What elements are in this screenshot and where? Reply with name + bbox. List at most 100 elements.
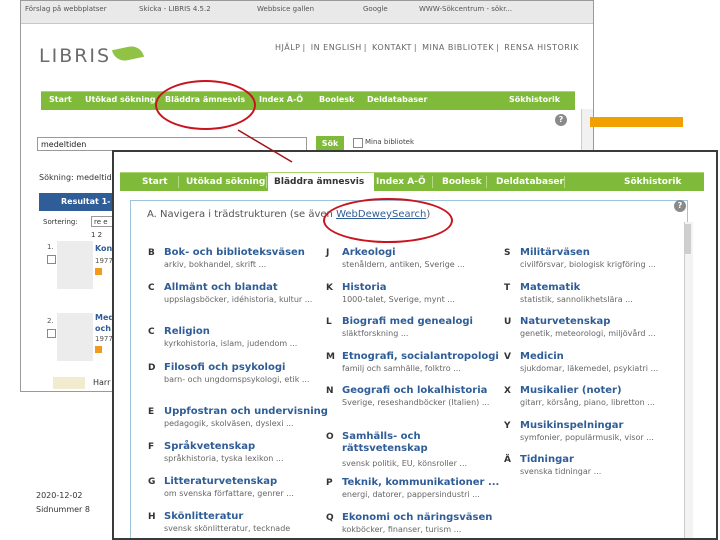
category-title[interactable]: Etnografi, socialantropologi: [342, 351, 499, 362]
browser-tab[interactable]: Webbsice gallen: [257, 5, 357, 19]
nav-separator: [486, 176, 487, 188]
record-title[interactable]: Kon: [95, 244, 112, 253]
category-letter: L: [326, 317, 332, 327]
category-letter: Y: [504, 421, 511, 431]
category-examples: språkhistoria, tyska lexikon ...: [164, 454, 284, 463]
category-title[interactable]: Religion: [164, 326, 210, 337]
category-examples: gitarr, körsång, piano, libretton ...: [520, 398, 655, 407]
browser-tab[interactable]: Google: [363, 5, 413, 19]
nav-databases[interactable]: Deldatabaser: [367, 95, 427, 104]
nav-boolean[interactable]: Boolesk: [436, 173, 488, 191]
category-letter: V: [504, 352, 511, 362]
category-title[interactable]: Arkeologi: [342, 247, 396, 258]
category-title[interactable]: Språkvetenskap: [164, 441, 255, 452]
category-title[interactable]: Musikinspelningar: [520, 420, 623, 431]
nav-browse-subjects[interactable]: Bläddra ämnesvis: [268, 173, 374, 191]
browser-tab[interactable]: Förslag på webbplatser: [25, 5, 133, 19]
category-title[interactable]: Samhälls- och rättsvetenskap: [342, 431, 442, 455]
category-examples: uppslagsböcker, idéhistoria, kultur ...: [164, 295, 313, 304]
category-title[interactable]: Militärväsen: [520, 247, 590, 258]
nav-separator: [432, 176, 433, 188]
category-letter: H: [148, 512, 156, 522]
record-title[interactable]: Harr: [93, 378, 110, 387]
highlight-oval-webdewey: [323, 198, 453, 243]
nav-advanced-search[interactable]: Utökad sökning: [180, 173, 271, 191]
category-title[interactable]: Geografi och lokalhistoria: [342, 385, 487, 396]
category-title[interactable]: Matematik: [520, 282, 580, 293]
nav-search-history[interactable]: Sökhistorik: [509, 95, 560, 104]
category-letter: F: [148, 442, 155, 452]
footer-date: 2020-12-02: [36, 491, 83, 500]
record-thumbnail: [57, 241, 93, 289]
category-title[interactable]: Tidningar: [520, 454, 574, 465]
category-title[interactable]: Ekonomi och näringsväsen: [342, 512, 492, 523]
category-examples: sjukdomar, läkemedel, psykiatri ...: [520, 364, 659, 373]
main-nav-bar: Start Utökad sökning Bläddra ämnesvis In…: [41, 91, 575, 110]
browser-tab[interactable]: Skicka - LIBRIS 4.5.2: [139, 5, 251, 19]
record-number: 1.: [47, 243, 54, 251]
category-letter: C: [148, 283, 155, 293]
category-examples: kokböcker, finanser, turism ...: [342, 525, 462, 534]
my-libraries-link[interactable]: MINA BIBLIOTEK: [422, 43, 494, 52]
category-letter: U: [504, 317, 512, 327]
footer-page-number: Sidnummer 8: [36, 505, 90, 514]
category-title[interactable]: Skönlitteratur: [164, 511, 243, 522]
record-number: 2.: [47, 317, 54, 325]
nav-start[interactable]: Start: [136, 173, 174, 191]
category-title[interactable]: Medicin: [520, 351, 564, 362]
nav-start[interactable]: Start: [49, 95, 72, 104]
category-examples: svensk politik, EU, könsroller ...: [342, 459, 468, 468]
record-checkbox[interactable]: [47, 255, 56, 264]
pager[interactable]: 1 2: [91, 231, 102, 239]
category-title[interactable]: Naturvetenskap: [520, 316, 610, 327]
category-letter: E: [148, 407, 155, 417]
english-link[interactable]: IN ENGLISH: [311, 43, 362, 52]
search-button[interactable]: Sök: [316, 136, 344, 151]
my-libraries-checkbox[interactable]: [353, 138, 363, 148]
nav-databases[interactable]: Deldatabaser: [490, 173, 570, 191]
category-letter: P: [326, 478, 333, 488]
nav-index[interactable]: Index A-Ö: [259, 95, 303, 104]
book-icon: [95, 346, 102, 353]
browser-tab[interactable]: WWW-Sökcentrum - sökr...: [419, 5, 529, 19]
category-title[interactable]: Musikalier (noter): [520, 385, 622, 396]
libris-logo[interactable]: LIBRIS: [39, 45, 111, 67]
category-title[interactable]: Filosofi och psykologi: [164, 362, 285, 373]
contact-link[interactable]: KONTAKT: [372, 43, 412, 52]
category-title[interactable]: Litteraturvetenskap: [164, 476, 277, 487]
category-examples: statistik, sannolikhetslära ...: [520, 295, 633, 304]
category-title[interactable]: Biografi med genealogi: [342, 316, 473, 327]
scrollbar-thumb[interactable]: [685, 224, 691, 254]
category-letter: B: [148, 248, 155, 258]
category-examples: genetik, meteorologi, miljövård ...: [520, 329, 656, 338]
clear-history-link[interactable]: RENSA HISTORIK: [504, 43, 579, 52]
nav-search-history[interactable]: Sökhistorik: [618, 173, 688, 191]
category-letter: N: [326, 386, 334, 396]
nav-boolean[interactable]: Boolesk: [319, 95, 354, 104]
category-letter: D: [148, 363, 156, 373]
record-subtitle[interactable]: och: [95, 324, 111, 333]
category-examples: pedagogik, skolväsen, dyslexi ...: [164, 419, 294, 428]
nav-index[interactable]: Index A-Ö: [370, 173, 432, 191]
category-examples: energi, datorer, pappersindustri ...: [342, 490, 480, 499]
category-title[interactable]: Bok- och biblioteksväsen: [164, 247, 305, 258]
category-title[interactable]: Uppfostran och undervisning: [164, 406, 328, 417]
search-input[interactable]: medeltiden: [37, 137, 307, 151]
highlight-oval-nav: [155, 80, 256, 130]
category-examples: familj och samhälle, folktro ...: [342, 364, 461, 373]
category-letter: G: [148, 477, 156, 487]
browser-tab-strip: Förslag på webbplatser Skicka - LIBRIS 4…: [21, 1, 593, 24]
category-title[interactable]: Teknik, kommunikationer ...: [342, 477, 499, 488]
scrollbar[interactable]: [684, 222, 693, 538]
category-examples: om svenska författare, genrer ...: [164, 489, 294, 498]
record-checkbox[interactable]: [47, 329, 56, 338]
help-icon[interactable]: ?: [674, 200, 686, 212]
category-title[interactable]: Historia: [342, 282, 387, 293]
category-title[interactable]: Allmänt och blandat: [164, 282, 278, 293]
nav-advanced-search[interactable]: Utökad sökning: [85, 95, 155, 104]
category-examples: svensk skönlitteratur, tecknade: [164, 524, 291, 533]
help-link[interactable]: HJÄLP: [275, 43, 301, 52]
accent-bar: [590, 117, 683, 127]
help-icon[interactable]: ?: [555, 114, 567, 126]
nav-separator: [266, 176, 267, 188]
